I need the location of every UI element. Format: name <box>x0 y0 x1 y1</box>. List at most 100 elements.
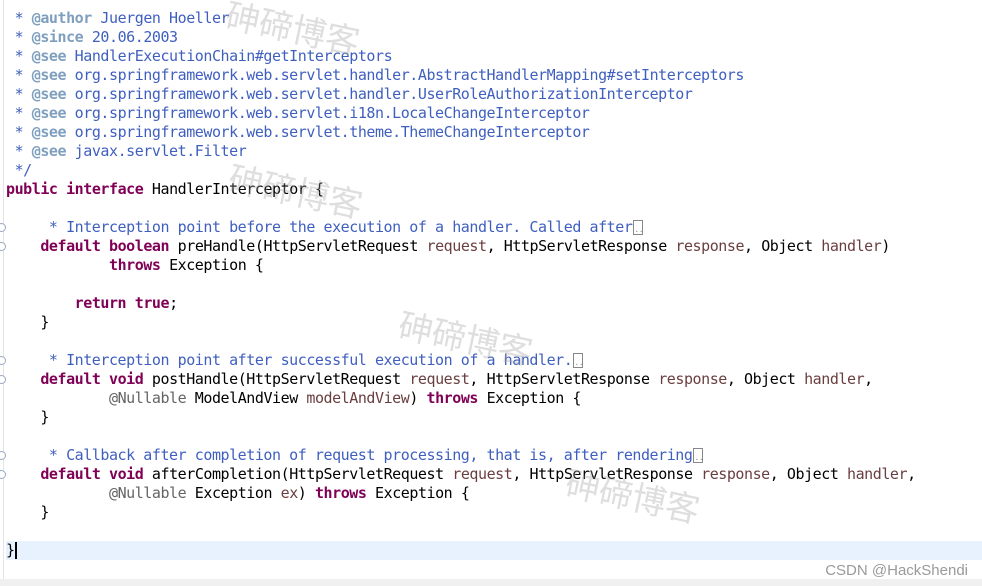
code-token: ) <box>297 484 315 502</box>
code-line[interactable]: * @see org.springframework.web.servlet.h… <box>6 85 693 104</box>
code-token: , HttpServletResponse <box>469 370 659 388</box>
code-token: , Object <box>726 370 805 388</box>
code-token: @Nullable <box>108 389 187 407</box>
code-token: HandlerInterceptor { <box>143 180 324 198</box>
collapsed-block-indicator[interactable]: .. <box>573 353 584 368</box>
text-cursor <box>14 542 17 559</box>
code-token: * Callback after completion of request p… <box>6 446 693 464</box>
code-line[interactable]: * Callback after completion of request p… <box>6 446 704 465</box>
code-token: @see <box>31 66 67 84</box>
code-token: default <box>40 465 101 483</box>
code-token: } <box>6 408 49 426</box>
code-token: } <box>6 313 49 331</box>
code-token: request <box>409 370 470 388</box>
code-token: Juergen Hoeller <box>91 9 230 27</box>
code-token: ) <box>881 237 890 255</box>
code-token: org.springframework.web.servlet.handler.… <box>66 66 745 84</box>
code-token: throws <box>314 484 367 502</box>
code-token: * <box>6 123 32 141</box>
code-editor[interactable]: * @author Juergen Hoeller * @since 20.06… <box>0 0 982 579</box>
code-token: @see <box>31 47 67 65</box>
code-token: , Object <box>769 465 847 483</box>
code-token: , <box>907 465 916 483</box>
code-line[interactable]: @Nullable ModelAndView modelAndView) thr… <box>6 389 581 408</box>
code-token: throws <box>108 256 161 274</box>
code-token: Exception { <box>160 256 264 274</box>
code-line[interactable]: * @since 20.06.2003 <box>6 28 179 47</box>
code-token: handler <box>847 465 908 483</box>
code-token: * <box>6 85 32 103</box>
code-token: @see <box>31 123 67 141</box>
code-token: * <box>6 66 32 84</box>
code-line[interactable]: * @see org.springframework.web.servlet.i… <box>6 104 590 123</box>
code-line[interactable]: * @see javax.servlet.Filter <box>6 142 247 161</box>
code-line[interactable]: } <box>6 503 49 522</box>
code-token: boolean <box>109 237 170 255</box>
code-line[interactable]: * Interception point after successful ex… <box>6 351 584 370</box>
code-token: ModelAndView <box>186 389 307 407</box>
horizontal-scrollbar[interactable] <box>0 579 982 586</box>
code-token: ) <box>409 389 427 407</box>
code-token: default <box>40 370 101 388</box>
current-code-line[interactable]: } <box>6 541 982 560</box>
code-line[interactable]: default void postHandle(HttpServletReque… <box>6 370 873 389</box>
code-line[interactable]: } <box>6 313 49 332</box>
code-token: true <box>134 294 170 312</box>
code-token: * Interception point before the executio… <box>6 218 633 236</box>
code-token: void <box>109 370 144 388</box>
code-token: @see <box>31 104 67 122</box>
code-token: * Interception point after successful ex… <box>6 351 573 369</box>
code-token: * <box>6 47 32 65</box>
code-token: Exception <box>186 484 281 502</box>
code-token: , Object <box>744 237 822 255</box>
code-token: request <box>452 465 513 483</box>
code-token: * <box>6 104 32 122</box>
code-token: afterCompletion(HttpServletRequest <box>143 465 453 483</box>
code-line[interactable]: * @see org.springframework.web.servlet.t… <box>6 123 590 142</box>
code-token: Exception { <box>478 389 582 407</box>
gutter-divider <box>3 0 4 579</box>
code-token: interface <box>66 180 144 198</box>
code-token: preHandle(HttpServletRequest <box>169 237 427 255</box>
code-token: } <box>6 503 49 521</box>
code-line[interactable]: */ <box>6 161 33 180</box>
code-token: , <box>864 370 873 388</box>
code-token: response <box>658 370 727 388</box>
code-token: org.springframework.web.servlet.i18n.Loc… <box>66 104 590 122</box>
code-token: modelAndView <box>306 389 410 407</box>
code-line[interactable]: * @see HandlerExecutionChain#getIntercep… <box>6 47 393 66</box>
code-token: @author <box>31 9 93 27</box>
code-token: org.springframework.web.servlet.handler.… <box>66 85 693 103</box>
code-line[interactable]: @Nullable Exception ex) throws Exception… <box>6 484 470 503</box>
code-token: response <box>675 237 745 255</box>
code-token: request <box>426 237 488 255</box>
code-token: public <box>6 180 58 198</box>
code-line[interactable]: * @author Juergen Hoeller <box>6 9 230 28</box>
collapsed-block-indicator[interactable]: .. <box>693 448 704 463</box>
code-token: , HttpServletResponse <box>512 465 702 483</box>
code-line[interactable]: return true; <box>6 294 178 313</box>
collapsed-block-indicator[interactable]: .. <box>633 220 644 235</box>
credit-watermark: CSDN @HackShendi <box>825 562 968 579</box>
code-line[interactable]: public interface HandlerInterceptor { <box>6 180 324 199</box>
code-line[interactable]: } <box>6 408 49 427</box>
code-line[interactable]: default void afterCompletion(HttpServlet… <box>6 465 916 484</box>
code-line[interactable]: throws Exception { <box>6 256 264 275</box>
code-token: org.springframework.web.servlet.theme.Th… <box>66 123 590 141</box>
code-line[interactable]: * Interception point before the executio… <box>6 218 644 237</box>
code-token: default <box>40 237 101 255</box>
code-line[interactable]: * @see org.springframework.web.servlet.h… <box>6 66 745 85</box>
code-line[interactable]: default boolean preHandle(HttpServletReq… <box>6 237 890 256</box>
code-token: HandlerExecutionChain#getInterceptors <box>66 47 393 65</box>
code-token: throws <box>426 389 479 407</box>
code-token: } <box>6 541 15 559</box>
